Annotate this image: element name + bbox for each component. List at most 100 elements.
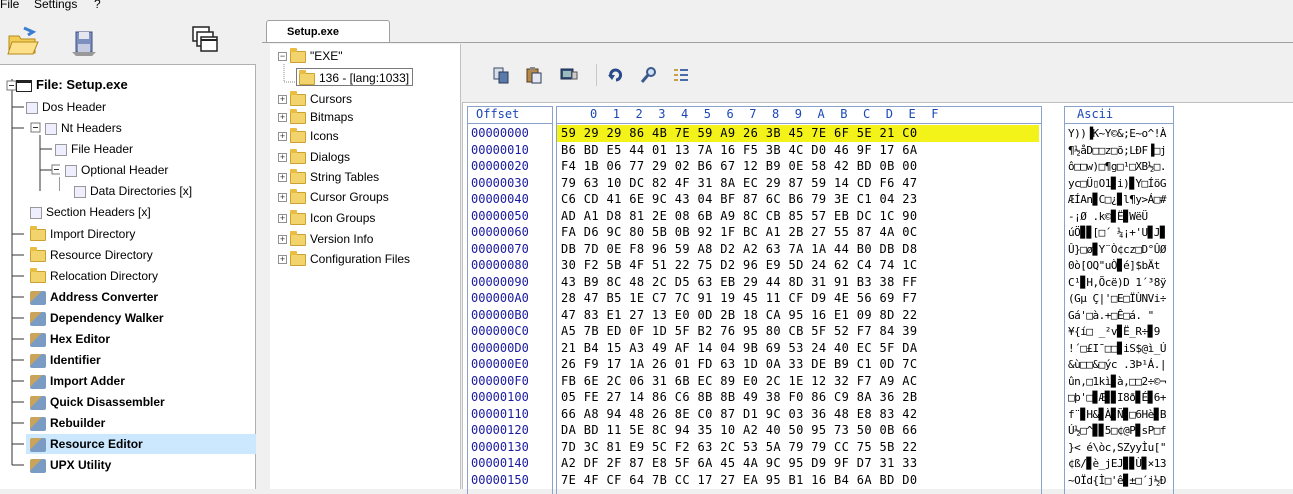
ascii-row[interactable]: ¢ß/▊è_jEJ▊▊Ù▊×13 (1068, 456, 1166, 471)
hex-row[interactable]: FB 6E 2C 06 31 6B EC 89 E0 2C 1E 12 32 F… (561, 374, 917, 389)
windows-icon[interactable] (190, 24, 222, 56)
hex-row[interactable]: 43 B9 8C 48 2C D5 63 EB 29 44 8D 31 91 B… (561, 275, 917, 290)
expand-icon[interactable]: + (278, 214, 287, 224)
hex-row[interactable]: 59 29 29 86 4B 7E 59 A9 26 3B 45 7E 6F 5… (561, 126, 917, 141)
tree-upx-utility[interactable]: UPX Utility (30, 455, 111, 475)
hex-row[interactable]: A5 7B ED 0F 1D 5F B2 76 95 80 CB 5F 52 F… (561, 324, 917, 339)
res-node-cursors[interactable]: + Cursors (278, 90, 352, 108)
save-icon[interactable] (68, 26, 100, 58)
hex-row[interactable]: AD A1 D8 81 2E 08 6B A9 8C CB 85 57 EB D… (561, 209, 917, 224)
expand-icon[interactable]: + (278, 95, 287, 105)
tree-optional-header[interactable]: Optional Header (65, 160, 168, 180)
tree-quick-disassembler[interactable]: Quick Disassembler (30, 392, 165, 412)
res-node-icons[interactable]: + Icons (278, 127, 339, 145)
ascii-row[interactable]: Y))▐K~Y©&;E~o^!À (1068, 126, 1166, 141)
tree-import-directory[interactable]: Import Directory (30, 224, 135, 244)
hex-row[interactable]: 79 63 10 DC 82 4F 31 8A EC 29 87 59 14 C… (561, 176, 917, 191)
hex-row[interactable]: C6 CD 41 6E 9C 43 04 BF 87 6C B6 79 3E C… (561, 192, 917, 207)
ascii-row[interactable]: ¶½åD□□z□õ;LÐF▐□j (1068, 143, 1166, 158)
hex-row[interactable]: 26 F9 17 1A 26 01 FD 63 1D 0A 33 DE B9 C… (561, 357, 917, 372)
ascii-row[interactable]: ûn,□1kì▊à,□□2÷©¬ (1068, 374, 1166, 389)
tree-file-header[interactable]: File Header (55, 139, 133, 159)
tree-rebuilder[interactable]: Rebuilder (30, 413, 105, 433)
tree-nt-headers[interactable]: Nt Headers (45, 118, 122, 138)
hex-row[interactable]: 30 F2 5B 4F 51 22 75 D2 96 E9 5D 24 62 C… (561, 258, 917, 273)
ascii-row[interactable]: ¥{í□ _²v▊Ë_R÷▊9 (1068, 324, 1160, 339)
ascii-row[interactable]: 0ò[OQ"uÒ▊é]$bÄt (1068, 258, 1160, 273)
ascii-row[interactable]: ÆÍAn▊C□¿▊l¶y>Á□# (1068, 192, 1166, 207)
expand-icon[interactable]: + (278, 113, 287, 123)
menu-file[interactable]: File (0, 0, 19, 11)
open-file-icon[interactable] (6, 26, 39, 58)
hex-row[interactable]: DA BD 11 5E 8C 94 35 10 A2 40 50 95 73 5… (561, 423, 917, 438)
ascii-row[interactable]: (Gµ Ç|'□E□ÏÙNVi÷ (1068, 291, 1166, 306)
hex-row[interactable]: 47 83 E1 27 13 E0 0D 2B 18 CA 95 16 E1 0… (561, 308, 917, 323)
res-node-dialogs[interactable]: + Dialogs (278, 148, 350, 166)
expand-icon[interactable]: + (278, 153, 287, 163)
res-node-bitmaps[interactable]: + Bitmaps (278, 108, 353, 126)
tree-data-directories[interactable]: Data Directories [x] (74, 181, 192, 201)
ascii-row[interactable]: -¡Ø .k©▊Ë▊WëÜ (1068, 209, 1148, 224)
res-node-version-info[interactable]: + Version Info (278, 230, 373, 248)
res-node-exe[interactable]: − "EXE" (278, 47, 343, 65)
ascii-row[interactable]: C¹▊H,Õcë)D 1´³8ÿ (1068, 275, 1166, 290)
properties-icon[interactable] (672, 66, 690, 84)
res-node-cursor-groups[interactable]: + Cursor Groups (278, 188, 389, 206)
tree-hex-editor[interactable]: Hex Editor (30, 329, 110, 349)
expand-icon[interactable]: + (278, 132, 287, 142)
tab-setup-exe[interactable]: Setup.exe (266, 20, 390, 42)
ascii-column[interactable]: Y))▐K~Y©&;E~o^!À ¶½åD□□z□õ;LÐF▐□j ô□□w)□¶g… (1064, 124, 1174, 494)
hex-viewer[interactable]: Offset 0 1 2 3 4 5 6 7 8 9 A B C D E F A… (462, 102, 1293, 494)
collapse-icon[interactable]: − (278, 52, 287, 62)
ascii-row[interactable]: }< é\òc,SZyyÌu[" (1068, 440, 1166, 455)
menu-settings[interactable]: Settings (34, 0, 77, 11)
tree-dos-header[interactable]: Dos Header (26, 97, 106, 117)
menu-help[interactable]: ? (94, 0, 101, 11)
paste-icon[interactable] (525, 66, 543, 84)
hex-row[interactable]: 21 B4 15 A3 49 AF 14 04 9B 69 53 24 40 E… (561, 341, 917, 356)
expand-icon[interactable]: + (278, 173, 287, 183)
hex-row[interactable]: 7E 4F CF 64 7B CC 17 27 EA 95 B1 16 B4 6… (561, 473, 917, 488)
res-node-configuration-files[interactable]: + Configuration Files (278, 250, 410, 268)
tree-dependency-walker[interactable]: Dependency Walker (30, 308, 164, 328)
ascii-row[interactable]: !´□£I¯□□▊iS$@ì_Ú (1068, 341, 1166, 356)
splitter[interactable] (460, 44, 461, 489)
res-node-string-tables[interactable]: + String Tables (278, 168, 379, 186)
tree-section-headers[interactable]: Section Headers [x] (30, 202, 151, 222)
ascii-row[interactable]: Ú½□^▊▊5□¢@P▊sP□f (1068, 423, 1166, 438)
res-node-136[interactable]: 136 - [lang:1033] (296, 68, 414, 86)
expand-icon[interactable]: + (278, 255, 287, 265)
tree-resource-editor[interactable]: Resource Editor (26, 434, 256, 454)
hex-row[interactable]: 05 FE 27 14 86 C6 8B 8B 49 38 F0 86 C9 8… (561, 390, 917, 405)
ascii-row[interactable]: ~OÏd{Ì□'ê▊±□´j½Ð (1068, 473, 1166, 488)
refresh-icon[interactable] (607, 66, 625, 84)
hex-row[interactable]: 7D 3C 81 E9 5C F2 63 2C 53 5A 79 79 CC 7… (561, 440, 917, 455)
hex-row[interactable]: 28 47 B5 1E C7 7C 91 19 45 11 CF D9 4E 5… (561, 291, 917, 306)
ascii-row[interactable]: &ù□□&□ýc .3Þ¹Á.| (1068, 357, 1166, 372)
tree-identifier[interactable]: Identifier (30, 350, 101, 370)
ascii-row[interactable]: □þ'□▊Æ▊▊I8ð▊É▊6+ (1068, 390, 1166, 405)
tree-import-adder[interactable]: Import Adder (30, 371, 125, 391)
res-node-icon-groups[interactable]: + Icon Groups (278, 209, 375, 227)
ascii-row[interactable]: f¨▊H&▊À▊Ñ▊□6Hè▊B (1068, 407, 1166, 422)
search-icon[interactable] (640, 66, 658, 84)
tree-relocation-directory[interactable]: Relocation Directory (30, 266, 158, 286)
hex-row[interactable]: DB 7D 0E F8 96 59 A8 D2 A2 63 7A 1A 44 B… (561, 242, 917, 257)
tree-address-converter[interactable]: Address Converter (30, 287, 158, 307)
hex-row[interactable]: F4 1B 06 77 29 02 B6 67 12 B9 0E 58 42 B… (561, 159, 917, 174)
tree-resource-directory[interactable]: Resource Directory (30, 245, 153, 265)
ascii-row[interactable]: Û}□ø▊Y¨Ò¢cz□D°ÛØ (1068, 242, 1166, 257)
expand-icon[interactable]: + (278, 235, 287, 245)
copy-icon[interactable] (492, 66, 510, 84)
tree-file-root[interactable]: File: Setup.exe (0, 75, 128, 95)
ascii-row[interactable]: yc□Ü▯O1▊i)▊Y□ÍöG (1068, 176, 1166, 191)
ascii-row[interactable]: ô□□w)□¶g□¹□XB½□. (1068, 159, 1166, 174)
hex-bytes-column[interactable]: 59 29 29 86 4B 7E 59 A9 26 3B 45 7E 6F 5… (556, 124, 1042, 494)
export-icon[interactable] (558, 66, 578, 84)
ascii-row[interactable]: Gá'□à.+□Ê□á. " (1068, 308, 1154, 323)
hex-row[interactable]: FA D6 9C 80 5B 0B 92 1F BC A1 2B 27 55 8… (561, 225, 917, 240)
expand-icon[interactable]: + (278, 193, 287, 203)
hex-row[interactable]: B6 BD E5 44 01 13 7A 16 F5 3B 4C D0 46 9… (561, 143, 917, 158)
hex-row[interactable]: A2 DF 2F 87 E8 5F 6A 45 4A 9C 95 D9 9F D… (561, 456, 917, 471)
ascii-row[interactable]: úÖ▊▊[□´ ¼¡+'U▊J▊ (1068, 225, 1166, 240)
